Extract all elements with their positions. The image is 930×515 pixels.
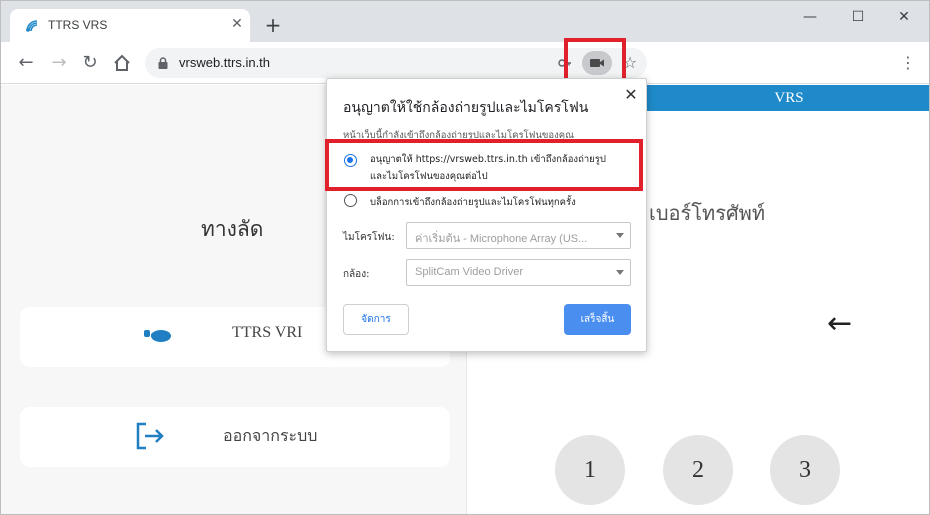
logout-card[interactable]: ออกจากระบบ	[20, 407, 450, 467]
tab-close-icon[interactable]: ✕	[228, 15, 246, 33]
popup-close-icon[interactable]: ✕	[621, 85, 641, 105]
camera-select-value: SplitCam Video Driver	[415, 266, 524, 278]
shortcut-title: ทางลัด	[201, 217, 264, 241]
block-option-label[interactable]: บล็อกการเข้าถึงกล้องถ่ายรูปและไมโครโฟนทุ…	[370, 195, 576, 211]
camera-select[interactable]: SplitCam Video Driver	[406, 259, 631, 286]
minimize-icon[interactable]: —	[787, 1, 833, 33]
url-text[interactable]: vrsweb.ttrs.in.th	[179, 55, 270, 70]
keypad-button-3[interactable]: 3	[770, 435, 840, 505]
block-radio[interactable]	[344, 194, 357, 207]
logout-icon	[136, 422, 164, 450]
reload-icon[interactable]: ↻	[78, 51, 102, 75]
logout-label[interactable]: ออกจากระบบ	[223, 424, 317, 449]
tab-strip: TTRS VRS ✕ + — ☐ ✕	[1, 1, 929, 42]
manage-button[interactable]: จัดการ	[343, 304, 409, 335]
popup-title: อนุญาตให้ใช้กล้องถ่ายรูปและไมโครโฟน	[343, 100, 589, 116]
maximize-icon[interactable]: ☐	[835, 1, 881, 33]
home-icon[interactable]	[110, 51, 134, 75]
window-close-icon[interactable]: ✕	[881, 1, 927, 33]
allow-option-highlight-box	[325, 139, 643, 191]
camera-label: กล้อง:	[343, 269, 370, 280]
done-button[interactable]: เสร็จสิ้น	[564, 304, 631, 335]
chevron-down-icon	[616, 233, 624, 238]
ttrs-favicon-icon	[26, 20, 38, 32]
backspace-arrow-icon[interactable]: ←	[827, 306, 852, 341]
vrs-header-bar: VRS	[647, 85, 929, 111]
camera-mic-permission-dialog: อนุญาตให้ใช้กล้องถ่ายรูปและไมโครโฟน ✕ หน…	[326, 78, 647, 352]
keypad-button-2[interactable]: 2	[663, 435, 733, 505]
new-tab-button[interactable]: +	[262, 15, 284, 37]
phone-number-label: เบอร์โทรศัพท์	[649, 201, 766, 225]
lock-icon[interactable]	[156, 56, 170, 70]
microphone-label: ไมโครโฟน:	[343, 232, 395, 243]
menu-icon[interactable]: ⋮	[896, 51, 920, 75]
tab-title: TTRS VRS	[48, 18, 108, 32]
back-icon[interactable]: ←	[14, 51, 38, 75]
browser-window: TTRS VRS ✕ + — ☐ ✕ ← → ↻ vrsweb.ttrs.in.…	[0, 0, 930, 515]
browser-tab[interactable]: TTRS VRS ✕	[10, 9, 250, 42]
forward-icon[interactable]: →	[47, 51, 71, 75]
chevron-down-icon	[616, 270, 624, 275]
keypad-button-1[interactable]: 1	[555, 435, 625, 505]
microphone-select-value: ค่าเริ่มต้น - Microphone Array (US...	[415, 233, 588, 245]
microphone-select[interactable]: ค่าเริ่มต้น - Microphone Array (US...	[406, 222, 631, 249]
hand-icon	[144, 330, 171, 342]
vri-label[interactable]: TTRS VRI	[232, 324, 302, 342]
